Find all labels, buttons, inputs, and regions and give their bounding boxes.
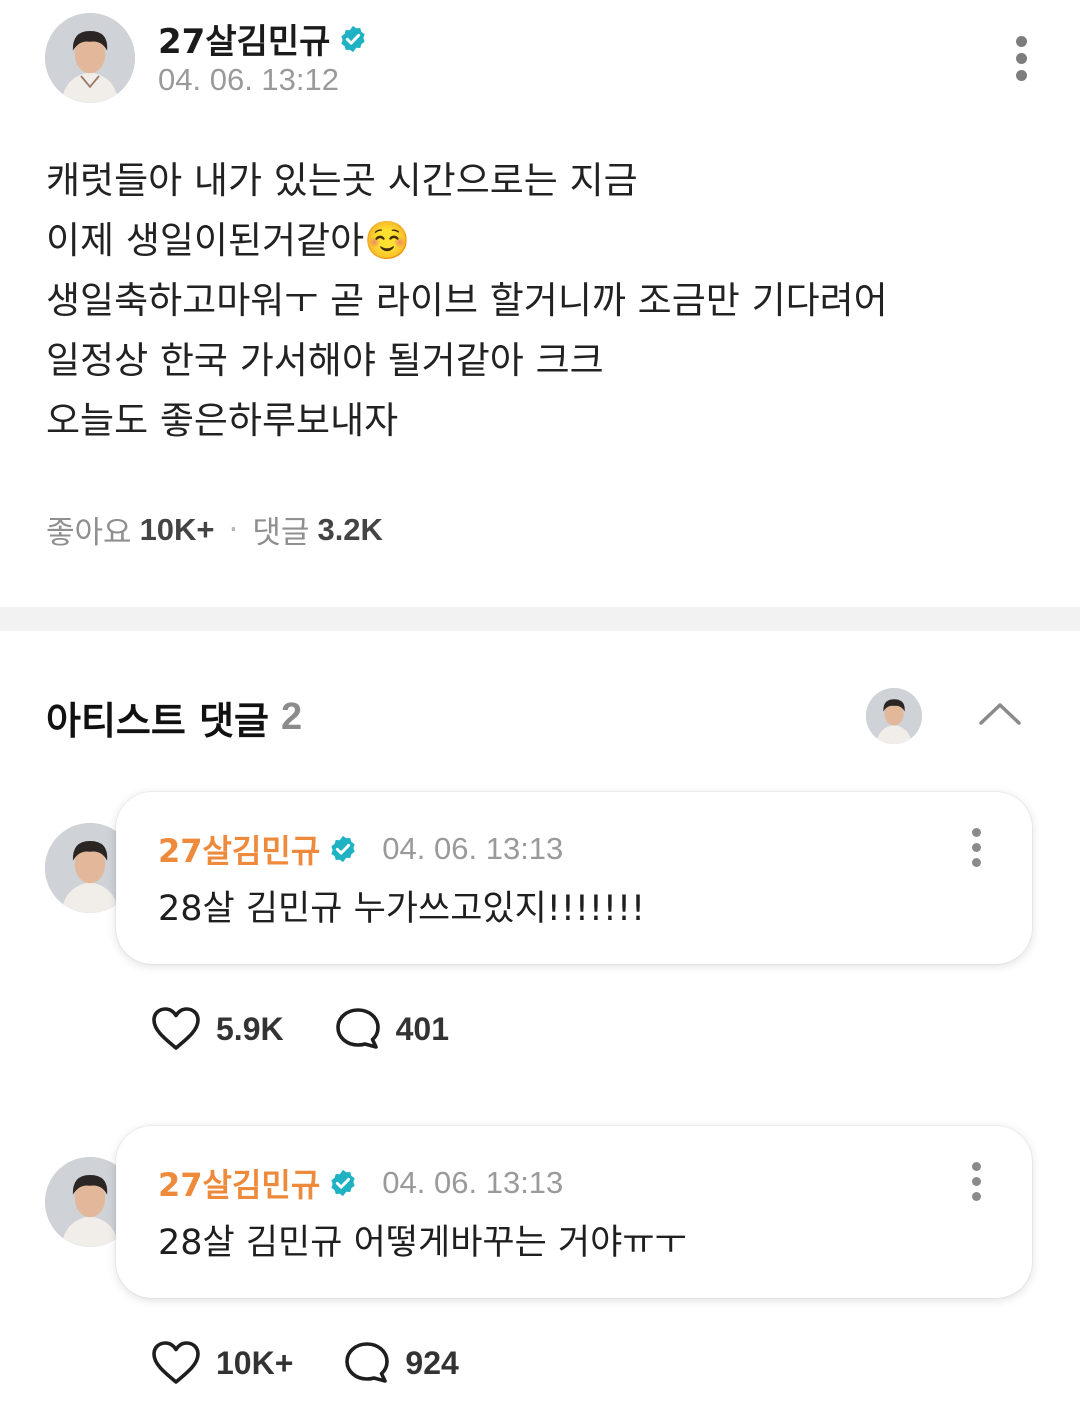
post-author-name: 27살김민규 <box>158 22 331 62</box>
comment-text: 28살 김민규 누가쓰고있지!!!!!!! <box>158 889 646 929</box>
post-stats: 좋아요 10K+ · 댓글 3.2K <box>46 507 383 552</box>
likes-label: 좋아요 <box>46 515 132 551</box>
comment-meta: 27살김민규 04. 06. 13:13 <box>158 826 563 872</box>
like-count: 5.9K <box>216 1010 284 1047</box>
comment-text: 28살 김민규 어떻게바꾸는 거야ㅠㅜ <box>158 1223 687 1263</box>
comment-actions: 10K+ 924 <box>150 1340 459 1386</box>
section-divider <box>0 607 1080 631</box>
reply-count: 924 <box>405 1344 459 1381</box>
comment-actions: 5.9K 401 <box>150 1006 449 1052</box>
reply-button[interactable]: 924 <box>343 1340 459 1386</box>
comment-card: 27살김민규 04. 06. 13:13 28살 김민규 누가쓰고있지!!!!!… <box>116 792 1032 964</box>
comments-label[interactable]: 댓글 <box>252 507 309 552</box>
comment-card: 27살김민규 04. 06. 13:13 28살 김민규 어떻게바꾸는 거야ㅠㅜ <box>116 1126 1032 1298</box>
heart-icon <box>152 1007 200 1050</box>
verified-badge-icon <box>331 1169 355 1197</box>
like-button[interactable]: 5.9K <box>150 1006 284 1052</box>
post-body-line: 캐럿들아 내가 있는곳 시간으로는 지금 <box>46 159 638 202</box>
more-vertical-icon[interactable] <box>966 828 986 867</box>
collapse-button[interactable] <box>975 693 1025 733</box>
comment-date: 04. 06. 13:13 <box>382 1165 564 1200</box>
avatar-portrait-icon <box>45 13 135 103</box>
post-author[interactable]: 27살김민규 <box>158 14 368 63</box>
heart-icon <box>152 1341 200 1384</box>
comment-meta: 27살김민규 04. 06. 13:13 <box>158 1160 563 1206</box>
post-author-avatar[interactable] <box>45 13 135 103</box>
comment-date: 04. 06. 13:13 <box>382 831 564 866</box>
verified-badge-icon <box>341 25 366 52</box>
likes-count: 10K+ <box>139 511 215 547</box>
post-body: 캐럿들아 내가 있는곳 시간으로는 지금 이제 생일이된거같아☺️ 생일축하고마… <box>46 151 1046 451</box>
artist-avatar-small[interactable] <box>866 688 922 744</box>
comments-count[interactable]: 3.2K <box>317 512 382 548</box>
post-body-line: 이제 생일이된거같아☺️ <box>46 219 411 262</box>
post-body-line: 오늘도 좋은하루보내자 <box>46 399 399 442</box>
post-date: 04. 06. 13:12 <box>158 62 339 97</box>
reply-count: 401 <box>395 1010 449 1047</box>
avatar-portrait-icon <box>866 688 922 744</box>
more-vertical-icon[interactable] <box>1011 36 1031 81</box>
chevron-up-icon <box>979 703 1021 725</box>
artist-comments-header: 아티스트 댓글 2 <box>46 690 302 745</box>
comment-author[interactable]: 27살김민규 <box>158 826 320 872</box>
comment-bubble-icon <box>335 1008 380 1049</box>
more-vertical-icon[interactable] <box>966 1162 986 1201</box>
comment-bubble-icon <box>345 1342 390 1383</box>
artist-comments-count: 2 <box>281 696 303 738</box>
like-count: 10K+ <box>216 1344 294 1381</box>
like-button[interactable]: 10K+ <box>150 1340 293 1386</box>
comment-author[interactable]: 27살김민규 <box>158 1160 320 1206</box>
post-body-line: 일정상 한국 가서해야 될거같아 크크 <box>46 339 604 382</box>
reply-button[interactable]: 401 <box>334 1006 449 1052</box>
artist-comments-title: 아티스트 댓글 <box>46 699 269 743</box>
verified-badge-icon <box>331 835 355 863</box>
stats-separator: · <box>228 511 239 548</box>
post-body-line: 생일축하고마워ㅜ 곧 라이브 할거니까 조금만 기다려어 <box>46 279 888 322</box>
